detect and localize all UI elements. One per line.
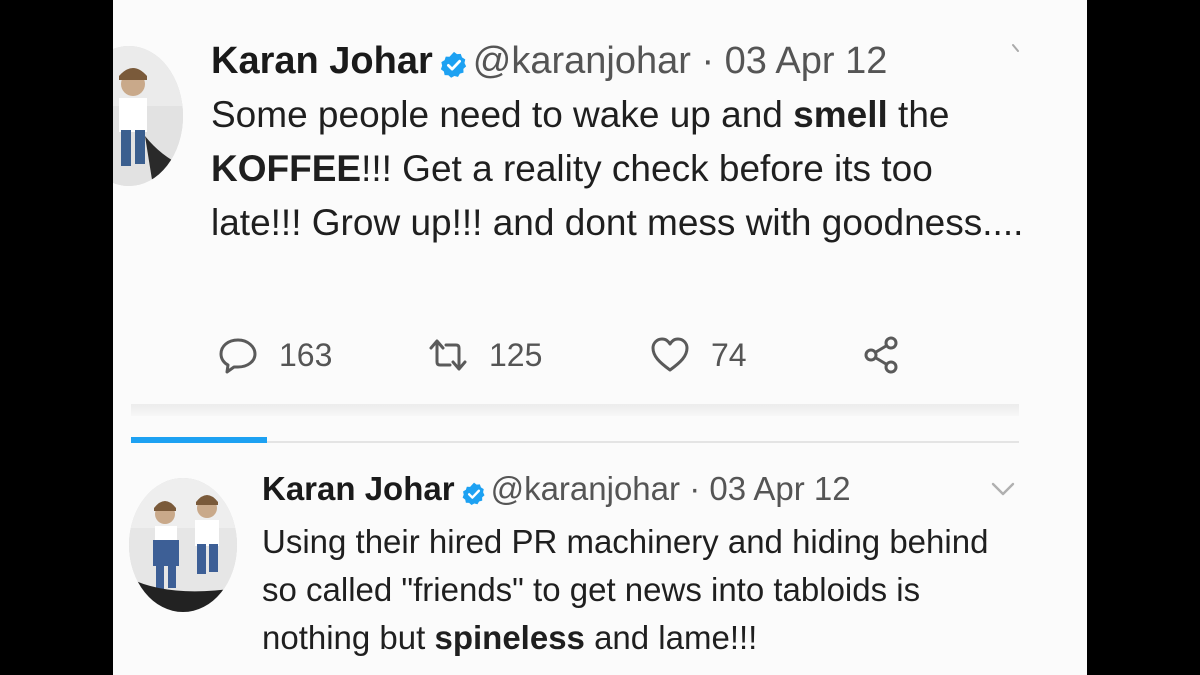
retweet-count: 125	[489, 336, 543, 373]
avatar[interactable]	[129, 478, 237, 612]
tweet-2[interactable]: Karan Johar @karanjohar · 03 Apr 12 Using…	[113, 450, 1087, 675]
retweet-icon	[429, 339, 467, 371]
tweet-header: Karan Johar @karanjohar · 03 Apr 12	[262, 468, 851, 510]
tweet-1[interactable]: Karan Johar @karanjohar · 03 Apr 12 Some …	[113, 0, 1087, 405]
tweet-text-bold: KOFFEE	[211, 148, 362, 189]
avatar-photo	[129, 478, 237, 612]
avatar-photo	[113, 46, 183, 186]
like-button[interactable]: 74	[649, 330, 747, 380]
tweet-screenshot: Karan Johar @karanjohar · 03 Apr 12 Some …	[113, 0, 1087, 675]
like-icon	[651, 337, 689, 372]
verified-badge-icon	[439, 45, 469, 78]
like-count: 74	[711, 336, 747, 373]
tab-underline	[267, 441, 1019, 443]
chevron-down-icon[interactable]	[989, 480, 1017, 498]
tweet-text-part: Some people need to wake up and	[211, 94, 794, 135]
reply-icon	[219, 338, 257, 374]
section-divider	[131, 404, 1019, 416]
tweet-text: Using their hired PR machinery and hidin…	[262, 518, 1002, 662]
header-separator: ·	[689, 470, 701, 507]
tweet-text-bold: smell	[793, 94, 888, 135]
tweet-date[interactable]: 03 Apr 12	[725, 40, 888, 82]
chevron-down-icon[interactable]	[1009, 42, 1023, 60]
reply-button[interactable]: 163	[217, 330, 332, 380]
tweet-date[interactable]: 03 Apr 12	[709, 470, 850, 507]
verified-badge-icon	[461, 475, 487, 506]
tweet-text-bold: spineless	[434, 619, 585, 656]
retweet-button[interactable]: 125	[427, 330, 542, 380]
author-handle[interactable]: @karanjohar	[491, 470, 680, 507]
header-separator: ·	[701, 40, 715, 82]
tweet-actions: 163 125 74	[211, 330, 931, 380]
tweet-text-part: the	[887, 94, 950, 135]
reply-count: 163	[279, 336, 333, 373]
share-icon	[864, 336, 898, 374]
share-button[interactable]	[861, 330, 903, 380]
tweet-text: Some people need to wake up and smell th…	[211, 88, 1031, 250]
tweet-text-part: and lame!!!	[584, 619, 758, 656]
active-tab-indicator	[131, 437, 267, 443]
avatar[interactable]	[113, 46, 183, 186]
author-name[interactable]: Karan Johar	[262, 470, 455, 507]
author-name[interactable]: Karan Johar	[211, 40, 433, 82]
tweet-header: Karan Johar @karanjohar · 03 Apr 12	[211, 38, 887, 84]
author-handle[interactable]: @karanjohar	[473, 40, 691, 82]
